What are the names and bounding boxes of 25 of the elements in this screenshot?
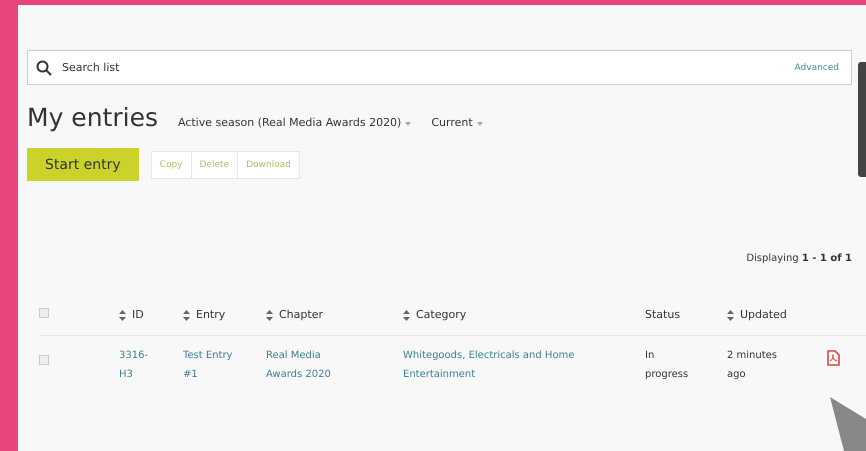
entry-name-link[interactable]: Test Entry #1 [183,346,233,384]
column-header: Status [645,308,680,321]
status-cell-text: In progress [645,349,690,382]
filter-dropdown[interactable]: Current [431,116,483,129]
advanced-link[interactable]: Advanced [794,62,839,72]
caret-icon [476,122,483,126]
chapter-link[interactable]: Real Media Awards 2020 [266,346,356,384]
page-title: My entries [27,103,158,132]
caret-icon [405,122,412,126]
search-field[interactable]: Search list Advanced [27,50,852,85]
entry-id-link[interactable]: 3316-H3 [119,346,153,384]
updated-cell-text: 2 minutes ago [727,349,778,382]
search-icon [36,60,52,76]
pdf-file-icon[interactable] [827,350,840,366]
column-header[interactable]: Updated [727,308,787,321]
start-entry-button[interactable]: Start entry [27,148,139,181]
column-header[interactable]: Chapter [266,308,323,321]
column-header[interactable]: Category [403,308,466,321]
column-header[interactable]: ID [119,308,144,321]
filter-dropdown[interactable]: Active season (Real Media Awards 2020) [178,116,412,129]
category-link[interactable]: Whitegoods, Electricals and Home Entertainment [403,346,603,384]
select-all-checkbox[interactable] [39,308,49,318]
row-checkbox[interactable] [39,355,49,365]
pagination-info: Displaying 1 - 1 of 1 [745,253,852,264]
column-header[interactable]: Entry [183,308,226,321]
